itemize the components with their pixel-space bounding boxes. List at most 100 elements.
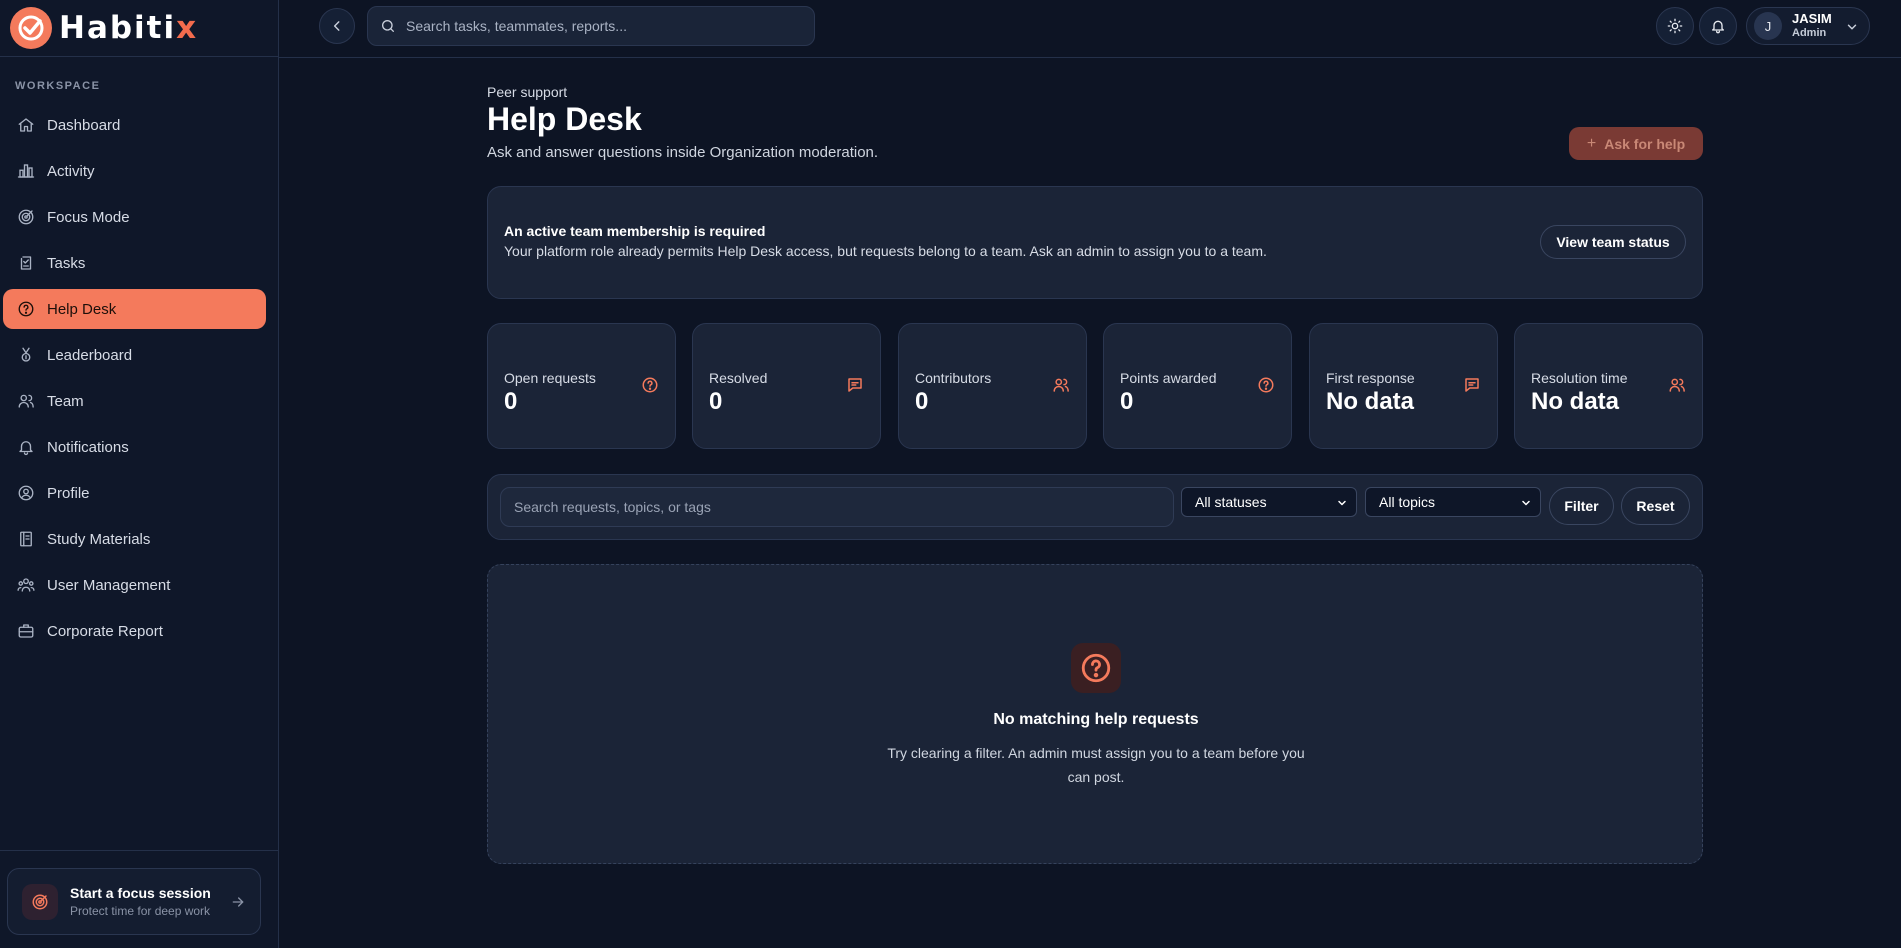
status-select[interactable]: All statuses: [1181, 487, 1357, 517]
search-icon: [382, 20, 394, 32]
help-circle-icon: [1257, 376, 1275, 394]
filter-button[interactable]: Filter: [1549, 487, 1614, 525]
sidebar-item-help-desk[interactable]: Help Desk: [3, 289, 266, 329]
sidebar-item-activity[interactable]: Activity: [3, 151, 266, 191]
alert-title: An active team membership is required: [504, 223, 766, 239]
bell-icon: [1712, 20, 1724, 34]
sidebar-item-team[interactable]: Team: [3, 381, 266, 421]
request-search-input[interactable]: [514, 499, 1154, 515]
page-eyebrow: Peer support: [487, 84, 568, 100]
sidebar-item-label: Activity: [47, 162, 95, 180]
theme-toggle-button[interactable]: [1656, 7, 1694, 45]
stat-card-open-requests: Open requests 0: [487, 323, 676, 449]
sidebar-item-label: Focus Mode: [47, 208, 130, 226]
sidebar-item-label: Profile: [47, 484, 90, 502]
start-focus-session-card[interactable]: Start a focus session Protect time for d…: [7, 868, 261, 935]
collapse-sidebar-button[interactable]: [319, 8, 355, 44]
users-icon: [1052, 376, 1070, 394]
sidebar-item-tasks[interactable]: Tasks: [3, 243, 266, 283]
target-icon: [22, 883, 58, 920]
topbar: J JASIM Admin: [279, 0, 1901, 58]
empty-state-title: No matching help requests: [993, 711, 1199, 728]
user-group-icon: [17, 576, 35, 594]
home-icon: [17, 116, 35, 134]
chevron-down-icon: [1845, 20, 1859, 34]
target-icon: [17, 208, 35, 226]
help-circle-icon: [17, 300, 35, 318]
stat-label: Points awarded: [1120, 370, 1217, 386]
bar-chart-icon: [17, 162, 35, 180]
request-search[interactable]: [500, 487, 1174, 527]
ask-for-help-button[interactable]: + Ask for help: [1569, 127, 1703, 160]
stat-label: Resolution time: [1531, 370, 1628, 386]
sidebar-nav: Dashboard Activity Focus Mode Tasks Help…: [0, 105, 279, 657]
focus-card-title: Start a focus session: [70, 885, 211, 901]
sidebar-item-label: Help Desk: [47, 300, 117, 318]
user-name: JASIM: [1792, 11, 1832, 26]
user-menu[interactable]: J JASIM Admin: [1746, 7, 1870, 45]
stat-value: 0: [1120, 388, 1134, 415]
message-icon: [1463, 376, 1481, 394]
stat-value: 0: [504, 388, 518, 415]
sidebar-item-notifications[interactable]: Notifications: [3, 427, 266, 467]
sidebar-item-label: Notifications: [47, 438, 129, 456]
topic-select-value: All topics: [1379, 494, 1436, 510]
stat-label: Open requests: [504, 370, 596, 386]
clipboard-icon: [17, 254, 35, 272]
brand-name: Habitix: [59, 10, 199, 46]
global-search-input[interactable]: [406, 18, 786, 34]
sidebar-item-label: Study Materials: [47, 530, 151, 548]
filter-bar: All statuses All topics Filter Reset: [487, 474, 1703, 540]
empty-state: No matching help requests Try clearing a…: [487, 564, 1703, 864]
alert-text: Your platform role already permits Help …: [504, 243, 1267, 259]
stat-label: Contributors: [915, 370, 992, 386]
sidebar-item-leaderboard[interactable]: Leaderboard: [3, 335, 266, 375]
sidebar-item-label: Team: [47, 392, 84, 410]
avatar: J: [1754, 12, 1782, 40]
users-icon: [1668, 376, 1686, 394]
empty-state-text: Try clearing a filter. An admin must ass…: [887, 745, 1305, 785]
sidebar-item-study-materials[interactable]: Study Materials: [3, 519, 266, 559]
notifications-button[interactable]: [1699, 7, 1737, 45]
chevron-down-icon: [1336, 497, 1348, 509]
message-icon: [846, 376, 864, 394]
stat-card-points-awarded: Points awarded 0: [1103, 323, 1292, 449]
sidebar-item-profile[interactable]: Profile: [3, 473, 266, 513]
arrow-right-icon: [230, 894, 246, 910]
stat-label: First response: [1326, 370, 1415, 386]
book-icon: [17, 530, 35, 548]
stat-value: 0: [709, 388, 723, 415]
focus-card-subtitle: Protect time for deep work: [70, 904, 211, 918]
stat-card-contributors: Contributors 0: [898, 323, 1087, 449]
sidebar-item-focus-mode[interactable]: Focus Mode: [3, 197, 266, 237]
stat-card-resolution-time: Resolution time No data: [1514, 323, 1703, 449]
chevron-left-icon: [333, 21, 340, 31]
stat-label: Resolved: [709, 370, 768, 386]
sidebar-item-corporate-report[interactable]: Corporate Report: [3, 611, 266, 651]
logo-check-icon: [10, 7, 52, 49]
users-icon: [17, 392, 35, 410]
stat-card-resolved: Resolved 0: [692, 323, 881, 449]
topic-select[interactable]: All topics: [1365, 487, 1541, 517]
sidebar-footer: Start a focus session Protect time for d…: [0, 850, 279, 948]
page-title: Help Desk: [487, 101, 642, 137]
team-membership-alert: An active team membership is required Yo…: [487, 186, 1703, 299]
sidebar-item-label: Tasks: [47, 254, 86, 272]
sidebar-item-label: Corporate Report: [47, 622, 163, 640]
sidebar: Habitix WORKSPACE Dashboard Activity Foc…: [0, 0, 279, 948]
help-circle-icon: [641, 376, 659, 394]
page-subtitle: Ask and answer questions inside Organiza…: [487, 144, 879, 161]
sidebar-item-user-management[interactable]: User Management: [3, 565, 266, 605]
reset-button[interactable]: Reset: [1621, 487, 1690, 525]
user-circle-icon: [17, 484, 35, 502]
medal-icon: [17, 346, 35, 364]
view-team-status-button[interactable]: View team status: [1540, 225, 1686, 259]
brand[interactable]: Habitix: [0, 0, 278, 57]
sidebar-item-label: Dashboard: [47, 116, 121, 134]
sidebar-item-dashboard[interactable]: Dashboard: [3, 105, 266, 145]
sidebar-item-label: Leaderboard: [47, 346, 133, 364]
global-search[interactable]: [367, 6, 815, 46]
stat-value: No data: [1531, 388, 1620, 415]
plus-icon: +: [1586, 134, 1597, 152]
stat-value: 0: [915, 388, 929, 415]
